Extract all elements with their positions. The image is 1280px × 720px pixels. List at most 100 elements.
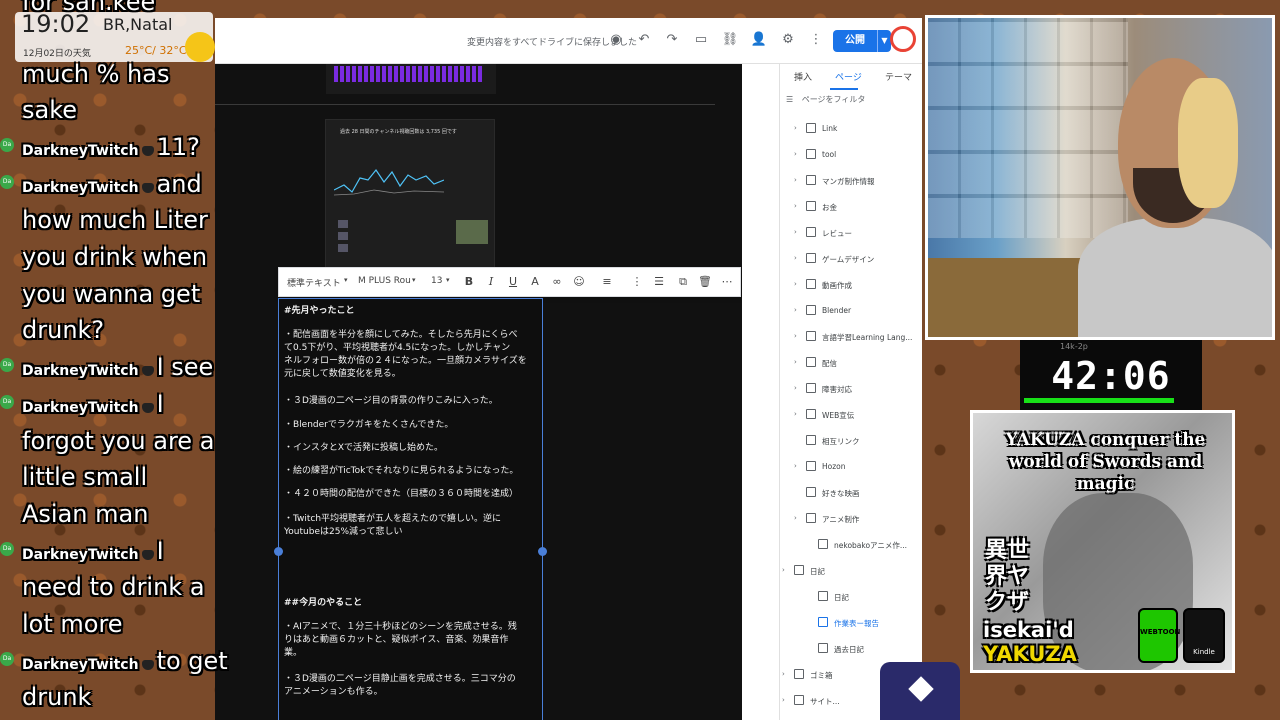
page-item[interactable]: 日記 <box>780 589 922 607</box>
page-item-label: ゲームデザイン <box>822 255 875 264</box>
link-icon[interactable]: ⛓ <box>721 31 739 49</box>
publish-options-icon[interactable]: ▼ <box>877 30 891 52</box>
page-item[interactable]: › ゲームデザイン <box>780 251 922 269</box>
page-filter[interactable]: ☰ ページをフィルタ <box>786 94 865 105</box>
publish-button[interactable]: 公開 <box>833 30 877 52</box>
expand-chevron-icon[interactable]: › <box>794 410 802 418</box>
webcam-background-wall <box>928 18 1128 238</box>
account-avatar[interactable] <box>890 26 916 52</box>
page-item[interactable]: › Link <box>780 121 922 139</box>
preview-icon[interactable]: ◉ <box>607 31 625 49</box>
tab-insert[interactable]: 挿入 <box>794 70 812 83</box>
numbered-list-icon[interactable]: ⋮ <box>629 274 645 290</box>
chat-message: DarkneyTwitch 11? <box>22 133 200 161</box>
align-icon[interactable]: ≡ <box>599 274 615 290</box>
text-color-icon[interactable]: A <box>527 274 543 290</box>
expand-chevron-icon[interactable]: › <box>782 670 790 678</box>
page-item[interactable]: nekobakoアニメ作... <box>780 537 922 555</box>
page-item[interactable]: › 言語学習Learning Lang... <box>780 329 922 347</box>
page-item-label: 動画作成 <box>822 281 852 290</box>
page-item[interactable]: › マンガ制作情報 <box>780 173 922 191</box>
chat-text: need to drink a <box>22 573 205 601</box>
page-item-label: 作業表ー報告 <box>834 619 879 628</box>
underline-icon[interactable]: U <box>505 274 521 290</box>
paragraph-style-select[interactable]: 標準テキスト <box>287 276 341 289</box>
expand-chevron-icon[interactable]: › <box>794 306 802 314</box>
expand-chevron-icon[interactable]: › <box>794 332 802 340</box>
user-emote-icon <box>141 402 154 413</box>
bold-icon[interactable]: B <box>461 274 477 290</box>
chat-text: little small <box>22 463 148 491</box>
page-item[interactable]: › WEB宣伝 <box>780 407 922 425</box>
chat-user-badge: Da <box>0 652 14 666</box>
page-item[interactable]: › 障害対応 <box>780 381 922 399</box>
expand-chevron-icon[interactable]: › <box>794 254 802 262</box>
redo-icon[interactable]: ↷ <box>663 31 681 49</box>
expand-chevron-icon[interactable]: › <box>794 228 802 236</box>
italic-icon[interactable]: I <box>483 274 499 290</box>
duplicate-icon[interactable]: ⧉ <box>675 274 691 290</box>
more-icon[interactable]: ⋮ <box>807 31 825 49</box>
book-subtitle-line-1: isekai'd <box>983 618 1074 642</box>
style-dropdown-icon[interactable]: ▾ <box>344 276 348 284</box>
page-item-label: 過去日記 <box>834 645 864 654</box>
font-select[interactable]: M PLUS Rou <box>358 276 411 286</box>
expand-chevron-icon[interactable]: › <box>782 566 790 574</box>
undo-icon[interactable]: ↶ <box>635 31 653 49</box>
settings-icon[interactable]: ⚙ <box>779 31 797 49</box>
chat-text: forgot you are a <box>22 427 215 455</box>
expand-chevron-icon[interactable]: › <box>794 280 802 288</box>
device-preview-icon[interactable]: ▭ <box>692 31 710 49</box>
page-item[interactable]: › 動画作成 <box>780 277 922 295</box>
expand-chevron-icon[interactable]: › <box>794 462 802 470</box>
expand-chevron-icon[interactable]: › <box>794 202 802 210</box>
expand-chevron-icon[interactable]: › <box>794 176 802 184</box>
analytics-screenshot-image: 過去 28 日間のチャンネル視聴回数は 3,735 回です <box>325 119 495 269</box>
resize-handle-left[interactable] <box>274 547 283 556</box>
tab-pages[interactable]: ページ <box>835 70 862 83</box>
more-options-icon[interactable]: ⋯ <box>719 274 735 290</box>
expand-chevron-icon[interactable]: › <box>794 150 802 158</box>
page-item[interactable]: › レビュー <box>780 225 922 243</box>
page-item[interactable]: 過去日記 <box>780 641 922 659</box>
delete-icon[interactable]: 🗑 <box>697 274 713 290</box>
resize-handle-right[interactable] <box>538 547 547 556</box>
chat-text: I see <box>156 353 214 381</box>
expand-chevron-icon[interactable]: › <box>794 358 802 366</box>
page-item[interactable]: 好きな映画 <box>780 485 922 503</box>
font-dropdown-icon[interactable]: ▾ <box>412 276 416 284</box>
expand-chevron-icon[interactable]: › <box>782 696 790 704</box>
font-size-select[interactable]: 13 <box>431 276 442 286</box>
page-item[interactable]: › Hozon <box>780 459 922 477</box>
expand-chevron-icon[interactable]: › <box>794 384 802 392</box>
page-item[interactable]: 相互リンク <box>780 433 922 451</box>
expand-chevron-icon[interactable]: › <box>794 514 802 522</box>
page-icon <box>794 669 804 679</box>
size-dropdown-icon[interactable]: ▾ <box>446 276 450 284</box>
page-item[interactable]: 作業表ー報告 <box>780 615 922 633</box>
chat-user-badge: Da <box>0 175 14 189</box>
page-item[interactable]: › tool <box>780 147 922 165</box>
video-thumbnail <box>338 244 348 252</box>
emoji-icon[interactable]: ☺ <box>571 274 587 290</box>
text-box[interactable]: #先月やったこと ・配信画面を半分を顔にしてみた。そしたら先月にくらべ て0.5… <box>278 298 543 720</box>
page-item-label: Hozon <box>822 462 846 471</box>
page-item[interactable]: › アニメ制作 <box>780 511 922 529</box>
chat-username: DarkneyTwitch <box>22 657 139 673</box>
page-item[interactable]: › 配信 <box>780 355 922 373</box>
link-icon[interactable]: ∞ <box>549 274 565 290</box>
page-item-label: nekobakoアニメ作... <box>834 541 908 550</box>
bulleted-list-icon[interactable]: ☰ <box>651 274 667 290</box>
filter-label: ページをフィルタ <box>801 95 866 104</box>
page-item-label: Link <box>822 124 838 133</box>
chat-username: DarkneyTwitch <box>22 363 139 379</box>
page-item-label: 日記 <box>810 567 825 576</box>
tab-themes[interactable]: テーマ <box>885 70 912 83</box>
page-item[interactable]: › Blender <box>780 303 922 321</box>
active-tab-indicator <box>830 88 858 90</box>
page-item[interactable]: › 日記 <box>780 563 922 581</box>
add-person-icon[interactable]: 👤 <box>750 31 768 49</box>
page-item[interactable]: › お金 <box>780 199 922 217</box>
expand-chevron-icon[interactable]: › <box>794 124 802 132</box>
text-line: 業。 <box>284 648 303 658</box>
